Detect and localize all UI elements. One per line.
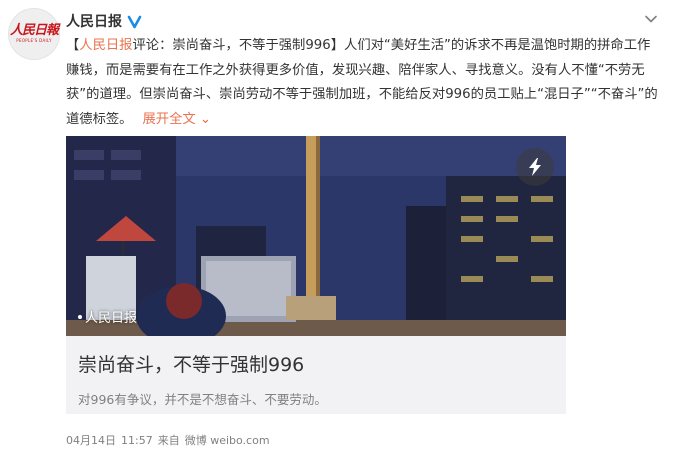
post-header: 人民日报 — [66, 11, 142, 31]
post-date[interactable]: 04月14日 — [66, 434, 116, 447]
bracket-open: 【 — [66, 38, 80, 53]
article-cover-image[interactable] — [66, 136, 566, 336]
avatar-logo-subtext: PEOPLE'S DAILY — [16, 38, 52, 43]
lightning-icon — [529, 158, 541, 176]
post-meta: 04月14日 11:57 来自 微博 weibo.com — [66, 432, 275, 448]
article-card[interactable]: 人民日报 崇尚奋斗，不等于强制996 对996有争议，并不是不想奋斗、不要劳动。 — [66, 136, 566, 414]
mention-link[interactable]: 人民日报 — [79, 38, 132, 53]
avatar-logo-text: 人民日報 — [9, 23, 59, 38]
from-label: 来自 — [157, 434, 180, 447]
card-source-label: 人民日报 — [85, 311, 138, 326]
post-source-link[interactable]: 微博 weibo.com — [185, 434, 270, 447]
post-text: 【人民日报评论：崇尚奋斗，不等于强制996】人们对“美好生活”的诉求不再是温饱时… — [66, 34, 662, 132]
post-time[interactable]: 11:57 — [121, 434, 153, 447]
avatar[interactable]: 人民日報 PEOPLE'S DAILY — [8, 8, 60, 60]
card-title[interactable]: 崇尚奋斗，不等于强制996 — [78, 350, 304, 377]
user-name-link[interactable]: 人民日报 — [66, 11, 122, 31]
badge-dot-icon — [78, 314, 82, 319]
card-description: 对996有争议，并不是不想奋斗、不要劳动。 — [78, 392, 327, 407]
expand-label: 展开全文 — [142, 111, 196, 127]
lightning-button[interactable] — [516, 148, 554, 186]
card-source-badge: 人民日报 — [78, 307, 137, 326]
verified-icon — [127, 15, 142, 28]
expand-full-text-link[interactable]: 展开全文 ⌄ — [142, 112, 211, 127]
chevron-down-icon: ⌄ — [199, 111, 212, 127]
chevron-down-icon[interactable] — [644, 12, 658, 26]
